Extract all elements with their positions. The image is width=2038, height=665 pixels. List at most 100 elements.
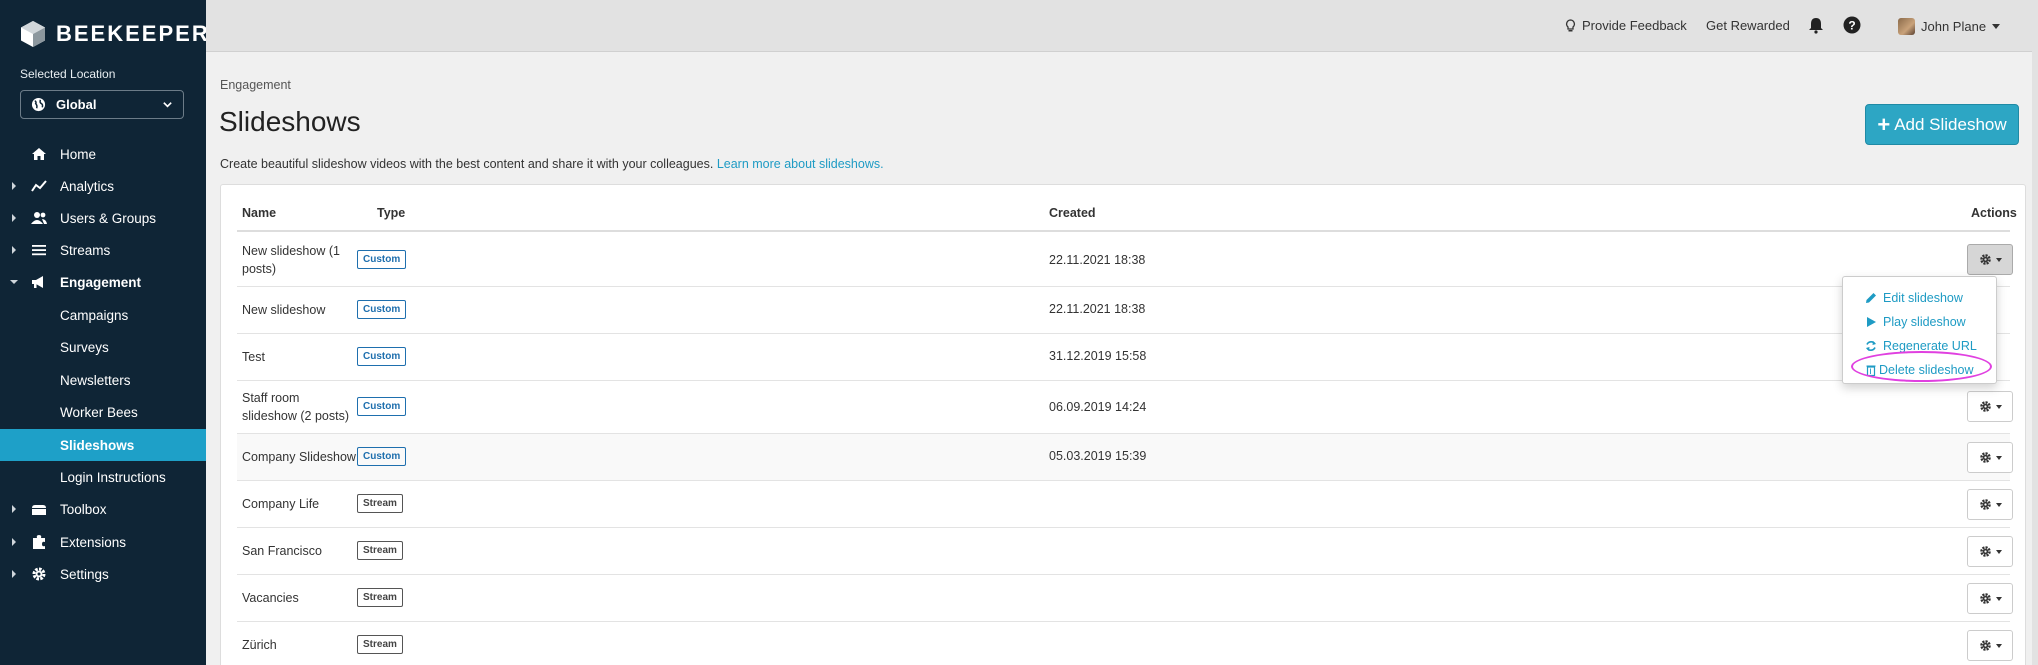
- actions-button[interactable]: [1967, 536, 2013, 567]
- location-value: Global: [56, 97, 97, 112]
- sidebar-item-engagement[interactable]: Engagement: [0, 266, 206, 298]
- sidebar-item-label: Campaigns: [60, 307, 129, 323]
- brand-name: BEEKEEPER: [56, 21, 210, 46]
- actions-button[interactable]: [1967, 244, 2013, 275]
- sidebar-item-label: Users & Groups: [60, 210, 157, 226]
- sidebar-item-campaigns[interactable]: Campaigns: [0, 299, 206, 331]
- page-description: Create beautiful slideshow videos with t…: [220, 157, 884, 171]
- description-text: Create beautiful slideshow videos with t…: [220, 157, 714, 171]
- row-created: 31.12.2019 15:58: [1049, 349, 1147, 363]
- type-badge: Stream: [357, 541, 403, 560]
- provide-feedback-link[interactable]: Provide Feedback: [1565, 18, 1687, 33]
- table-row: Test Custom 31.12.2019 15:58: [237, 334, 2010, 381]
- menu-item-label: Edit slideshow: [1883, 291, 1963, 305]
- caret-down-icon: [10, 280, 18, 284]
- gear-icon: [1979, 401, 1991, 412]
- sidebar-item-label: Worker Bees: [60, 404, 138, 420]
- globe-icon: [31, 97, 46, 112]
- sidebar: BEEKEEPER Selected Location Global Home …: [0, 0, 208, 665]
- menu-item-edit-slideshow[interactable]: Edit slideshow: [1865, 291, 1963, 305]
- table-row: Vacancies Stream: [237, 575, 2013, 622]
- toolbox-icon: [32, 505, 46, 515]
- caret-right-icon: [12, 538, 16, 546]
- type-badge: Stream: [357, 588, 403, 607]
- caret-down-icon: [1995, 549, 2002, 554]
- gear-icon: [1979, 452, 1991, 463]
- get-rewarded-label: Get Rewarded: [1706, 18, 1790, 33]
- lightbulb-icon: [1566, 18, 1575, 31]
- actions-button[interactable]: [1967, 583, 2013, 614]
- sidebar-item-label: Settings: [60, 566, 109, 582]
- help-icon[interactable]: ?: [1843, 16, 1861, 34]
- add-slideshow-label: Add Slideshow: [1894, 114, 2007, 134]
- chevron-down-icon: [163, 102, 172, 108]
- slideshows-table: Name Type Created Actions New slideshow …: [220, 184, 2026, 665]
- actions-button[interactable]: [1967, 442, 2013, 473]
- column-header-created: Created: [1049, 206, 1096, 220]
- location-select[interactable]: Global: [20, 90, 184, 119]
- sidebar-item-users[interactable]: Users & Groups: [0, 202, 206, 234]
- table-row: Staff room slideshow (2 posts) Custom 06…: [237, 381, 2013, 434]
- caret-right-icon: [12, 246, 16, 254]
- sidebar-item-extensions[interactable]: Extensions: [0, 526, 206, 558]
- caret-right-icon: [12, 214, 16, 222]
- column-header-name: Name: [242, 206, 277, 220]
- location-label: Selected Location: [20, 67, 116, 81]
- menu-item-label: Play slideshow: [1883, 315, 1966, 329]
- caret-down-icon: [1995, 404, 2002, 409]
- column-header-type: Type: [377, 206, 406, 220]
- actions-button[interactable]: [1967, 489, 2013, 520]
- table-row: Company Slideshow Custom 05.03.2019 15:3…: [237, 434, 2013, 481]
- play-icon: [1867, 317, 1876, 327]
- provide-feedback-label: Provide Feedback: [1582, 18, 1687, 33]
- svg-text:?: ?: [1848, 19, 1855, 33]
- sidebar-item-login-instructions[interactable]: Login Instructions: [0, 461, 206, 493]
- user-menu[interactable]: John Plane: [1898, 18, 2001, 35]
- add-slideshow-button[interactable]: + Add Slideshow: [1865, 104, 2019, 145]
- learn-more-link[interactable]: Learn more about slideshows.: [717, 157, 884, 171]
- sidebar-item-analytics[interactable]: Analytics: [0, 170, 206, 202]
- row-name: New slideshow (1 posts): [242, 244, 340, 276]
- row-name: Test: [242, 350, 265, 364]
- table-row: Company Life Stream: [237, 481, 2013, 528]
- sidebar-item-home[interactable]: Home: [0, 138, 206, 170]
- row-created: 22.11.2021 18:38: [1049, 302, 1146, 316]
- actions-button[interactable]: [1967, 630, 2013, 661]
- sidebar-item-worker-bees[interactable]: Worker Bees: [0, 396, 206, 428]
- caret-down-icon: [1992, 24, 2001, 29]
- get-rewarded-link[interactable]: Get Rewarded: [1706, 18, 1790, 33]
- sidebar-item-surveys[interactable]: Surveys: [0, 331, 206, 363]
- row-created: 22.11.2021 18:38: [1049, 253, 1146, 267]
- type-badge: Custom: [357, 447, 407, 466]
- puzzle-icon: [33, 535, 45, 549]
- sidebar-item-slideshows[interactable]: Slideshows: [0, 429, 206, 461]
- refresh-icon: [1866, 341, 1876, 351]
- gear-icon: [1979, 593, 1991, 604]
- sidebar-item-streams[interactable]: Streams: [0, 234, 206, 266]
- users-icon: [31, 212, 47, 224]
- caret-down-icon: [1995, 596, 2002, 601]
- gear-icon: [1979, 499, 1991, 510]
- row-name: New slideshow: [242, 303, 326, 317]
- caret-down-icon: [1995, 257, 2002, 262]
- sidebar-item-label: Extensions: [60, 534, 127, 550]
- bell-icon[interactable]: [1807, 16, 1825, 34]
- menu-item-play-slideshow[interactable]: Play slideshow: [1865, 315, 1966, 329]
- row-created: 06.09.2019 14:24: [1049, 400, 1147, 414]
- actions-button[interactable]: [1967, 391, 2013, 422]
- sidebar-item-label: Slideshows: [60, 437, 135, 453]
- sidebar-item-toolbox[interactable]: Toolbox: [0, 493, 206, 525]
- page-title: Slideshows: [219, 106, 361, 137]
- gear-icon: [1979, 640, 1991, 651]
- home-icon: [32, 148, 46, 160]
- table-row: New slideshow Custom 22.11.2021 18:38: [237, 287, 2010, 334]
- brand-logo[interactable]: BEEKEEPER: [20, 20, 210, 48]
- sidebar-item-newsletters[interactable]: Newsletters: [0, 364, 206, 396]
- megaphone-icon: [32, 276, 43, 288]
- sidebar-item-label: Login Instructions: [60, 469, 166, 485]
- page-scrollbar[interactable]: [2032, 0, 2038, 665]
- table-row: New slideshow (1 posts) Custom 22.11.202…: [237, 234, 2013, 287]
- sidebar-item-settings[interactable]: Settings: [0, 558, 206, 590]
- breadcrumb[interactable]: Engagement: [220, 78, 291, 92]
- avatar: [1898, 18, 1915, 35]
